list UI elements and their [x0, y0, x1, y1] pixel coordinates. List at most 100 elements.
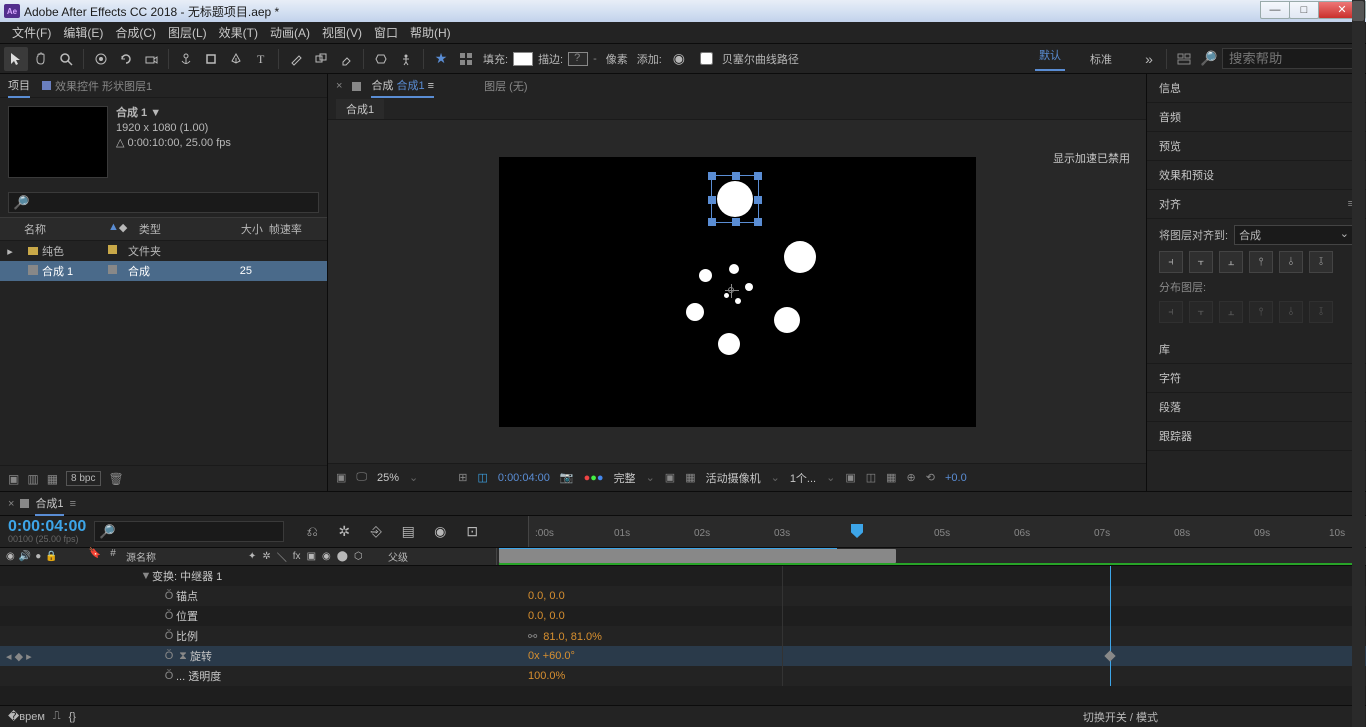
snapshot-icon[interactable]: 📷 — [560, 471, 574, 484]
selection-tool[interactable] — [4, 47, 28, 71]
workspace-standard[interactable]: 标准 — [1086, 51, 1116, 67]
comp-new-icon[interactable]: ▦ — [47, 472, 58, 486]
tl-foot-icon-3[interactable]: {} — [69, 711, 76, 723]
stopwatch-icon[interactable]: Ŏ — [162, 650, 176, 662]
bpc-button[interactable]: 8 bpc — [66, 471, 100, 486]
stopwatch-icon[interactable]: Ŏ — [162, 610, 176, 622]
roto-tool[interactable] — [369, 47, 393, 71]
project-search[interactable] — [8, 192, 319, 213]
panel-effects[interactable]: 效果和预设 — [1147, 161, 1366, 190]
menu-view[interactable]: 视图(V) — [316, 21, 368, 44]
property-value[interactable]: 0.0, 0.0 — [528, 610, 668, 622]
timeline-property-row[interactable]: Ŏ... 透明度100.0% — [0, 666, 1366, 686]
property-value[interactable]: 0.0, 0.0 — [528, 590, 668, 602]
tab-effect-controls[interactable]: 效果控件 形状图层1 — [42, 75, 152, 97]
align-top-icon[interactable]: ⫯ — [1249, 251, 1273, 273]
timeline-tab[interactable]: 合成1 — [35, 492, 63, 516]
align-left-icon[interactable]: ⫞ — [1159, 251, 1183, 273]
puppet-tool[interactable] — [394, 47, 418, 71]
timeline-property-row[interactable]: ◂ ◆ ▸Ŏ⧗旋转0x +60.0° — [0, 646, 1366, 666]
stroke-swatch[interactable] — [568, 52, 588, 66]
stopwatch-icon[interactable]: Ŏ — [162, 670, 176, 682]
menu-help[interactable]: 帮助(H) — [404, 21, 457, 44]
stopwatch-icon[interactable]: Ŏ — [162, 590, 176, 602]
tl-icon-6[interactable]: ⊡ — [460, 520, 484, 544]
orbit-tool[interactable] — [89, 47, 113, 71]
workspace-default[interactable]: 默认 — [1035, 47, 1065, 71]
rotation-tool[interactable] — [114, 47, 138, 71]
pen-tool[interactable] — [224, 47, 248, 71]
project-row-comp[interactable]: 合成 1 合成 25 — [0, 261, 327, 281]
zoom-dropdown[interactable]: 25% — [377, 472, 399, 484]
transparency-icon[interactable]: ▦ — [685, 471, 695, 484]
display-icon[interactable]: 🖵 — [356, 471, 367, 484]
tl-icon-3[interactable]: ⎆ — [364, 520, 388, 544]
tl-icon-1[interactable]: ⎌ — [300, 520, 324, 544]
tl-icon-4[interactable]: ▤ — [396, 520, 420, 544]
tab-layer-none[interactable]: 图层 (无) — [484, 75, 527, 97]
panel-preview[interactable]: 预览 — [1147, 132, 1366, 161]
mask-icon[interactable]: ◫ — [477, 471, 487, 484]
menu-effect[interactable]: 效果(T) — [213, 21, 264, 44]
menu-animation[interactable]: 动画(A) — [264, 21, 316, 44]
timeline-property-row[interactable]: ▼变换: 中继器 1 — [0, 566, 1366, 586]
clone-tool[interactable] — [309, 47, 333, 71]
menu-edit[interactable]: 编辑(E) — [57, 21, 109, 44]
safe-zones-icon[interactable]: ⊞ — [458, 471, 467, 484]
tab-composition[interactable]: 合成 合成1 ≡ — [371, 74, 434, 98]
exposure-reset-icon[interactable]: ⟲ — [926, 471, 935, 484]
menu-window[interactable]: 窗口 — [368, 21, 404, 44]
workspace-overflow-icon[interactable]: » — [1137, 47, 1161, 71]
panel-character[interactable]: 字符 — [1147, 364, 1366, 393]
maximize-button[interactable]: □ — [1289, 1, 1319, 19]
property-value[interactable]: ⚯81.0, 81.0% — [528, 630, 668, 643]
current-time[interactable]: 0:00:04:00 — [498, 472, 550, 484]
timeline-search[interactable] — [94, 521, 284, 542]
timeline-property-row[interactable]: Ŏ比例⚯81.0, 81.0% — [0, 626, 1366, 646]
star-icon[interactable]: ★ — [429, 47, 453, 71]
fill-swatch[interactable] — [513, 52, 533, 66]
interpret-icon[interactable]: ▣ — [8, 472, 19, 486]
stopwatch-icon[interactable]: Ŏ — [162, 630, 176, 642]
eraser-tool[interactable] — [334, 47, 358, 71]
shape-tool[interactable] — [199, 47, 223, 71]
camera-dropdown[interactable]: 活动摄像机 — [706, 470, 761, 486]
playhead[interactable] — [851, 524, 863, 538]
tl-foot-icon-1[interactable]: �врем — [8, 710, 45, 723]
comp-canvas[interactable] — [499, 157, 976, 427]
text-tool[interactable]: T — [249, 47, 273, 71]
align-vcenter-icon[interactable]: ⫰ — [1279, 251, 1303, 273]
menu-file[interactable]: 文件(F) — [6, 21, 57, 44]
panel-align[interactable]: 对齐≡ — [1147, 190, 1366, 219]
monitor-icon[interactable]: ▣ — [336, 471, 346, 484]
tl-icon-2[interactable]: ✲ — [332, 520, 356, 544]
add-menu-icon[interactable]: ◉ — [667, 47, 691, 71]
tab-project[interactable]: 项目 — [8, 74, 30, 98]
brush-tool[interactable] — [284, 47, 308, 71]
align-right-icon[interactable]: ⫠ — [1219, 251, 1243, 273]
anchor-tool[interactable] — [174, 47, 198, 71]
composition-viewer[interactable]: 显示加速已禁用 — [328, 120, 1146, 463]
switch-modes-button[interactable]: 切换开关 / 模式 — [1083, 709, 1158, 725]
views-dropdown[interactable]: 1个... — [790, 470, 816, 486]
panel-paragraph[interactable]: 段落 — [1147, 393, 1366, 422]
align-bottom-icon[interactable]: ⫱ — [1309, 251, 1333, 273]
timeline-timecode[interactable]: 0:00:04:00 — [8, 520, 86, 534]
zoom-tool[interactable] — [54, 47, 78, 71]
align-target-dropdown[interactable]: 合成⌄ — [1234, 225, 1354, 245]
hand-tool[interactable] — [29, 47, 53, 71]
roi-icon[interactable]: ▣ — [665, 471, 675, 484]
comp-breadcrumb[interactable]: 合成1 — [336, 99, 384, 119]
panel-library[interactable]: 库 — [1147, 335, 1366, 364]
menu-layer[interactable]: 图层(L) — [162, 21, 213, 44]
property-value[interactable]: 0x +60.0° — [528, 650, 668, 662]
panel-audio[interactable]: 音频 — [1147, 103, 1366, 132]
timeline-property-row[interactable]: Ŏ位置0.0, 0.0 — [0, 606, 1366, 626]
bezier-checkbox[interactable] — [700, 52, 713, 65]
property-value[interactable]: 100.0% — [528, 670, 668, 682]
project-row-folder[interactable]: ▸纯色 文件夹 — [0, 241, 327, 261]
folder-new-icon[interactable]: ▥ — [27, 472, 38, 486]
vf-icon-b[interactable]: ◫ — [866, 471, 876, 484]
time-ruler[interactable]: :00s 01s 02s 03s 05s 06s 07s 08s 09s 10s — [528, 516, 1366, 547]
vf-icon-a[interactable]: ▣ — [845, 471, 855, 484]
